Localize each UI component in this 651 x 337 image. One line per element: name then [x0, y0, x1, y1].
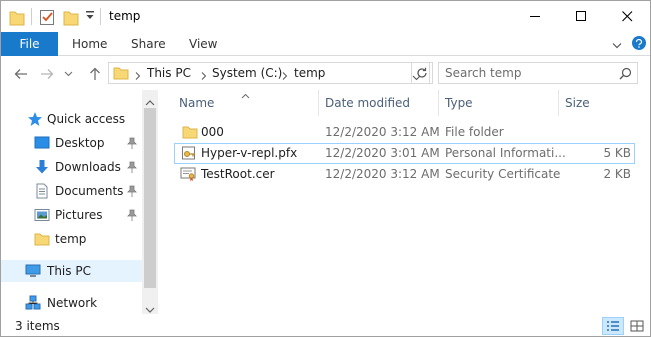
file-type: File folder — [445, 125, 504, 139]
file-size: 2 KB — [603, 167, 631, 181]
search-input[interactable]: Search temp — [445, 66, 521, 80]
folder-icon — [182, 124, 198, 140]
minimize-button[interactable] — [512, 1, 558, 32]
tab-home[interactable]: Home — [72, 32, 107, 56]
star-icon — [27, 111, 43, 127]
file-size: 5 KB — [603, 146, 631, 160]
nav-item-network[interactable]: Network — [1, 292, 142, 314]
nav-item-desktop[interactable]: Desktop — [1, 132, 142, 154]
column-divider[interactable] — [318, 90, 319, 116]
qat-divider — [31, 8, 32, 25]
properties-icon[interactable] — [39, 7, 55, 27]
folder-icon — [34, 231, 50, 247]
column-header-type[interactable]: Type — [445, 90, 473, 116]
nav-item-pictures[interactable]: Pictures — [1, 204, 142, 226]
download-icon — [34, 159, 50, 175]
table-row[interactable]: TestRoot.cer 12/2/2020 3:12 AM Security … — [174, 164, 635, 185]
certificate-key-icon — [181, 145, 197, 161]
close-button[interactable] — [604, 1, 650, 32]
nav-item-temp[interactable]: temp — [1, 228, 142, 250]
tab-view[interactable]: View — [189, 32, 217, 56]
column-header-name[interactable]: Name — [179, 90, 214, 116]
table-row[interactable]: Hyper-v-repl.pfx 12/2/2020 3:01 AM Perso… — [174, 143, 635, 164]
nav-item-this-pc[interactable]: This PC — [1, 260, 142, 282]
column-divider[interactable] — [438, 90, 439, 116]
file-date: 12/2/2020 3:12 AM — [325, 167, 440, 181]
breadcrumb-system-c[interactable]: System (C:) — [212, 66, 282, 80]
file-type: Personal Informati... — [445, 146, 566, 160]
pin-icon[interactable] — [127, 137, 137, 149]
address-bar[interactable]: This PC System (C:) temp — [108, 62, 430, 84]
pin-icon[interactable] — [127, 209, 137, 221]
up-button[interactable] — [85, 65, 105, 83]
desktop-icon — [34, 135, 50, 151]
item-count: 3 items — [15, 319, 60, 333]
status-bar: 3 items — [1, 314, 650, 336]
file-list: Name Date modified Type Size 000 12/2/20… — [158, 90, 650, 314]
breadcrumb-this-pc[interactable]: This PC — [147, 66, 191, 80]
file-name: Hyper-v-repl.pfx — [201, 146, 298, 160]
details-view-button[interactable] — [602, 317, 624, 335]
file-date: 12/2/2020 3:12 AM — [325, 125, 440, 139]
expand-ribbon-icon[interactable] — [612, 39, 622, 53]
nav-item-downloads[interactable]: Downloads — [1, 156, 142, 178]
maximize-button[interactable] — [558, 1, 604, 32]
folder-icon — [9, 7, 25, 27]
scrollbar-thumb[interactable] — [144, 108, 156, 288]
folder-icon — [113, 65, 129, 84]
ribbon-tabs: File Home Share View — [1, 32, 650, 56]
network-icon — [25, 295, 41, 311]
title-bar: temp — [1, 1, 650, 32]
nav-item-quick-access[interactable]: Quick access — [1, 108, 142, 130]
breadcrumb-temp[interactable]: temp — [294, 66, 325, 80]
file-name: 000 — [201, 125, 224, 139]
breadcrumb-chevron-icon[interactable] — [135, 69, 141, 83]
navigation-pane: Quick access Desktop Downloads Documents… — [1, 90, 158, 314]
computer-icon — [25, 263, 41, 279]
nav-item-documents[interactable]: Documents — [1, 180, 142, 202]
forward-button[interactable] — [37, 65, 57, 83]
certificate-icon — [180, 166, 196, 182]
search-box[interactable]: Search temp — [438, 62, 638, 84]
breadcrumb-chevron-icon[interactable] — [201, 69, 207, 83]
file-type: Security Certificate — [445, 167, 561, 181]
column-header-size[interactable]: Size — [565, 90, 590, 116]
explorer-window: temp File Home Share View This PC System… — [0, 0, 651, 337]
pin-icon[interactable] — [127, 185, 137, 197]
file-name: TestRoot.cer — [201, 167, 275, 181]
tab-file[interactable]: File — [1, 32, 58, 56]
refresh-button[interactable] — [411, 62, 433, 84]
table-row[interactable]: 000 12/2/2020 3:12 AM File folder — [174, 122, 635, 143]
title-divider — [100, 8, 101, 25]
sort-ascending-icon — [241, 88, 250, 102]
window-title: temp — [109, 9, 141, 23]
tab-share[interactable]: Share — [131, 32, 166, 56]
pin-icon[interactable] — [127, 161, 137, 173]
recent-locations-button[interactable] — [61, 65, 75, 83]
pictures-icon — [34, 207, 50, 223]
scroll-up-icon[interactable] — [145, 95, 155, 109]
documents-icon — [34, 183, 50, 199]
large-icons-view-button[interactable] — [626, 317, 648, 335]
help-icon[interactable] — [632, 36, 646, 50]
file-date: 12/2/2020 3:01 AM — [325, 146, 440, 160]
column-divider[interactable] — [558, 90, 559, 116]
column-header-date[interactable]: Date modified — [325, 90, 410, 116]
back-button[interactable] — [11, 65, 31, 83]
breadcrumb-chevron-icon[interactable] — [282, 69, 288, 83]
new-folder-icon[interactable] — [63, 7, 79, 27]
search-icon[interactable] — [619, 67, 632, 83]
customize-qat-icon[interactable] — [85, 10, 95, 30]
